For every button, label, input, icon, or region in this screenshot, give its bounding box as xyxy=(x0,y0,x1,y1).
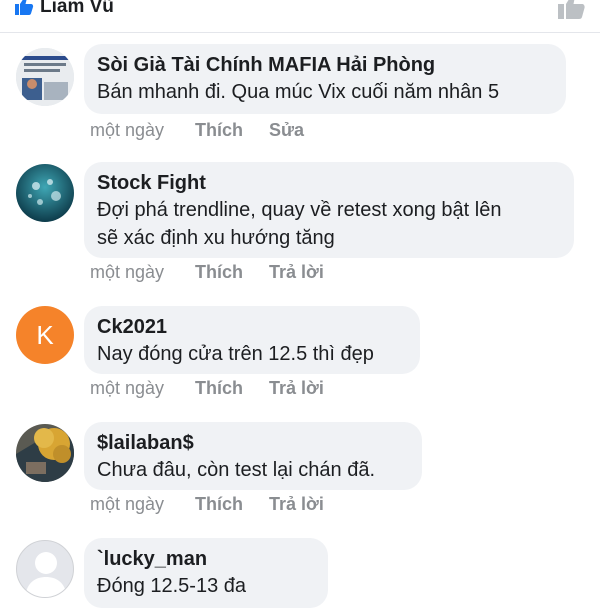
comment-bubble: Stock Fight Đợi phá trendline, quay về r… xyxy=(84,162,574,258)
like-button[interactable]: Thích xyxy=(195,494,269,515)
header-user-name[interactable]: Liam Vũ xyxy=(40,0,114,18)
avatar[interactable]: K xyxy=(16,306,74,364)
comment-bubble: $lailaban$ Chưa đâu, còn test lại chán đ… xyxy=(84,422,422,490)
thumbs-up-outline-icon[interactable] xyxy=(556,0,586,20)
comment-timestamp[interactable]: một ngày xyxy=(90,262,195,283)
comment-bubble: Sòi Già Tài Chính MAFIA Hải Phòng Bán mh… xyxy=(84,44,566,114)
like-button[interactable]: Thích xyxy=(195,378,269,399)
comment-actions: một ngày Thích Sửa xyxy=(90,120,343,141)
comment-author[interactable]: `lucky_man xyxy=(97,546,314,572)
header-divider xyxy=(0,32,600,33)
like-button[interactable]: Thích xyxy=(195,262,269,283)
reply-button[interactable]: Trả lời xyxy=(269,378,343,399)
avatar[interactable] xyxy=(16,164,74,222)
comment-author[interactable]: Stock Fight xyxy=(97,170,560,196)
avatar[interactable] xyxy=(16,424,74,482)
reply-button[interactable]: Trả lời xyxy=(269,494,343,515)
avatar-letter: K xyxy=(36,319,54,350)
comment-actions: một ngày Thích Trả lời xyxy=(90,494,343,515)
comment-actions: một ngày Thích Trả lời xyxy=(90,262,343,283)
like-button[interactable]: Thích xyxy=(195,120,269,141)
comment-timestamp[interactable]: một ngày xyxy=(90,378,195,399)
comment-author[interactable]: $lailaban$ xyxy=(97,430,408,456)
comment-timestamp[interactable]: một ngày xyxy=(90,494,195,515)
reply-button[interactable]: Trả lời xyxy=(269,262,343,283)
post-reaction-bar: Liam Vũ xyxy=(0,0,600,24)
comment-actions: một ngày Thích Trả lời xyxy=(90,378,343,399)
comment-author[interactable]: Sòi Già Tài Chính MAFIA Hải Phòng xyxy=(97,52,552,78)
comment-text: Bán mhanh đi. Qua múc Vix cuối năm nhân … xyxy=(97,81,500,103)
comment-timestamp[interactable]: một ngày xyxy=(90,120,195,141)
comment-text: Nay đóng cửa trên 12.5 thì đẹp xyxy=(97,343,374,365)
comment-bubble: `lucky_man Đóng 12.5-13 đa xyxy=(84,538,328,608)
person-silhouette-icon[interactable] xyxy=(16,540,74,598)
comment-bubble: Ck2021 Nay đóng cửa trên 12.5 thì đẹp xyxy=(84,306,420,374)
comment-text-line: Đợi phá trendline, quay về retest xong b… xyxy=(97,199,502,221)
comment-author[interactable]: Ck2021 xyxy=(97,314,406,340)
edit-button[interactable]: Sửa xyxy=(269,120,343,141)
comment-text: Chưa đâu, còn test lại chán đã. xyxy=(97,459,376,481)
comment-text-line: sẽ xác định xu hướng tăng xyxy=(97,227,335,249)
thumbs-up-icon xyxy=(15,0,34,15)
comment-text: Đóng 12.5-13 đa xyxy=(97,575,247,597)
avatar[interactable] xyxy=(16,48,74,106)
